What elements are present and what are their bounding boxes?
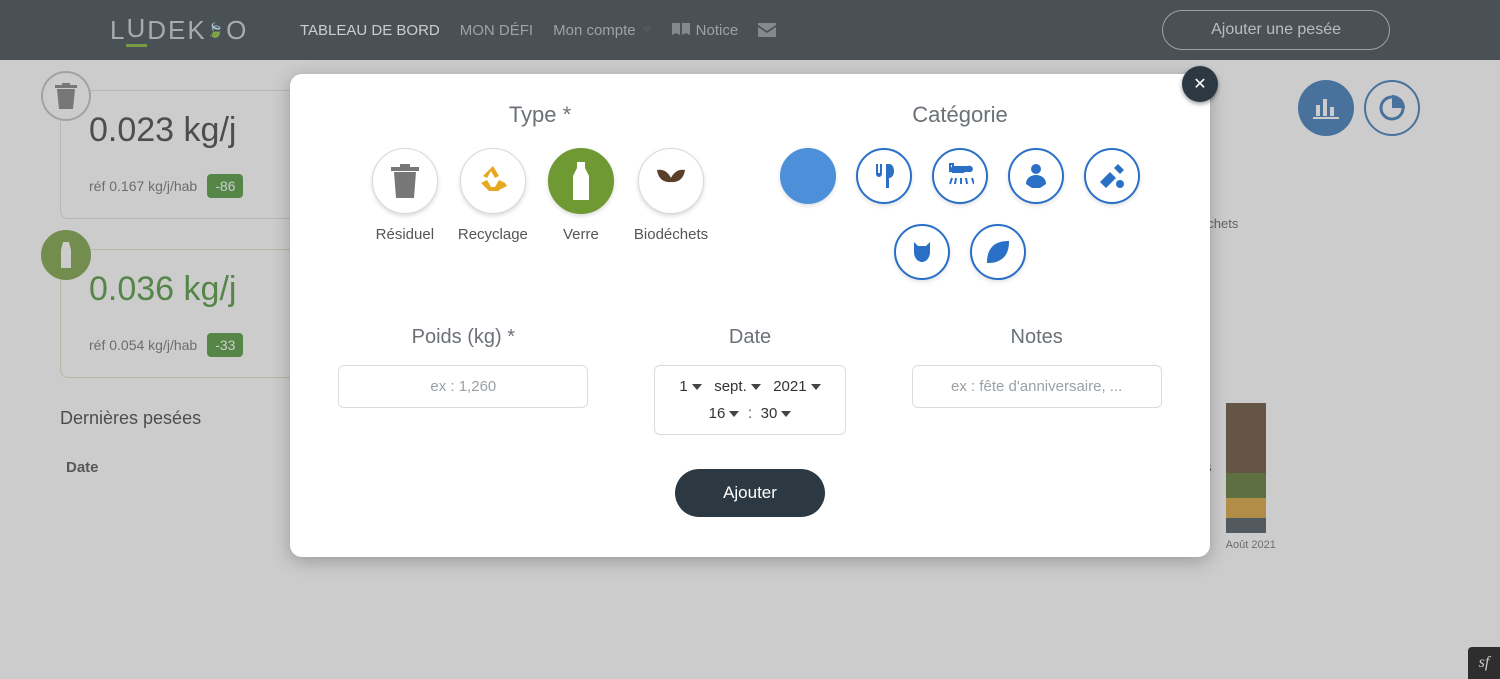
type-option-verre[interactable]: Verre [548, 148, 614, 243]
leaf-icon [984, 238, 1012, 266]
date-minute-select[interactable]: 30 [761, 405, 792, 422]
chevron-down-icon [729, 411, 739, 417]
notes-label: Notes [903, 326, 1170, 349]
chevron-down-icon [781, 411, 791, 417]
weight-label: Poids (kg) * [330, 326, 597, 349]
date-hour-value: 16 [709, 405, 726, 422]
trash-icon [372, 148, 438, 214]
shower-icon [946, 162, 974, 190]
category-option-bathroom[interactable] [932, 148, 988, 204]
type-label: Résiduel [376, 226, 434, 243]
date-hour-select[interactable]: 16 [709, 405, 740, 422]
date-year-select[interactable]: 2021 [773, 378, 820, 395]
category-option-none[interactable] [780, 148, 836, 204]
bottle-icon [548, 148, 614, 214]
category-option-garden[interactable] [970, 224, 1026, 280]
category-option-baby[interactable] [1008, 148, 1064, 204]
type-label: Recyclage [458, 226, 528, 243]
category-option-pet[interactable] [894, 224, 950, 280]
notes-input[interactable] [912, 365, 1162, 408]
modal-close-button[interactable]: ✕ [1182, 66, 1218, 102]
baby-icon [1022, 162, 1050, 190]
date-day-select[interactable]: 1 [679, 378, 701, 395]
type-option-recyclage[interactable]: Recyclage [458, 148, 528, 243]
chevron-down-icon [751, 384, 761, 390]
category-heading: Catégorie [750, 102, 1170, 128]
cutlery-icon [870, 162, 898, 190]
chevron-down-icon [692, 384, 702, 390]
type-option-biodechets[interactable]: Biodéchets [634, 148, 708, 243]
tools-icon [1098, 162, 1126, 190]
date-picker: 1 sept. 2021 16 : 30 [654, 365, 845, 435]
type-label: Biodéchets [634, 226, 708, 243]
category-option-diy[interactable] [1084, 148, 1140, 204]
add-weighing-modal: ✕ Type * Résiduel Recyclage [290, 74, 1210, 557]
date-month-value: sept. [714, 378, 747, 395]
weight-input[interactable] [338, 365, 588, 408]
date-label: Date [617, 326, 884, 349]
type-option-residuel[interactable]: Résiduel [372, 148, 438, 243]
cat-icon [908, 238, 936, 266]
date-minute-value: 30 [761, 405, 778, 422]
type-label: Verre [563, 226, 599, 243]
date-year-value: 2021 [773, 378, 806, 395]
type-heading: Type * [330, 102, 750, 128]
sprout-icon [638, 148, 704, 214]
close-icon: ✕ [1193, 74, 1206, 94]
submit-button[interactable]: Ajouter [675, 469, 825, 517]
time-separator: : [748, 405, 752, 422]
date-month-select[interactable]: sept. [714, 378, 761, 395]
recycle-icon [460, 148, 526, 214]
category-option-food[interactable] [856, 148, 912, 204]
chevron-down-icon [811, 384, 821, 390]
date-day-value: 1 [679, 378, 687, 395]
